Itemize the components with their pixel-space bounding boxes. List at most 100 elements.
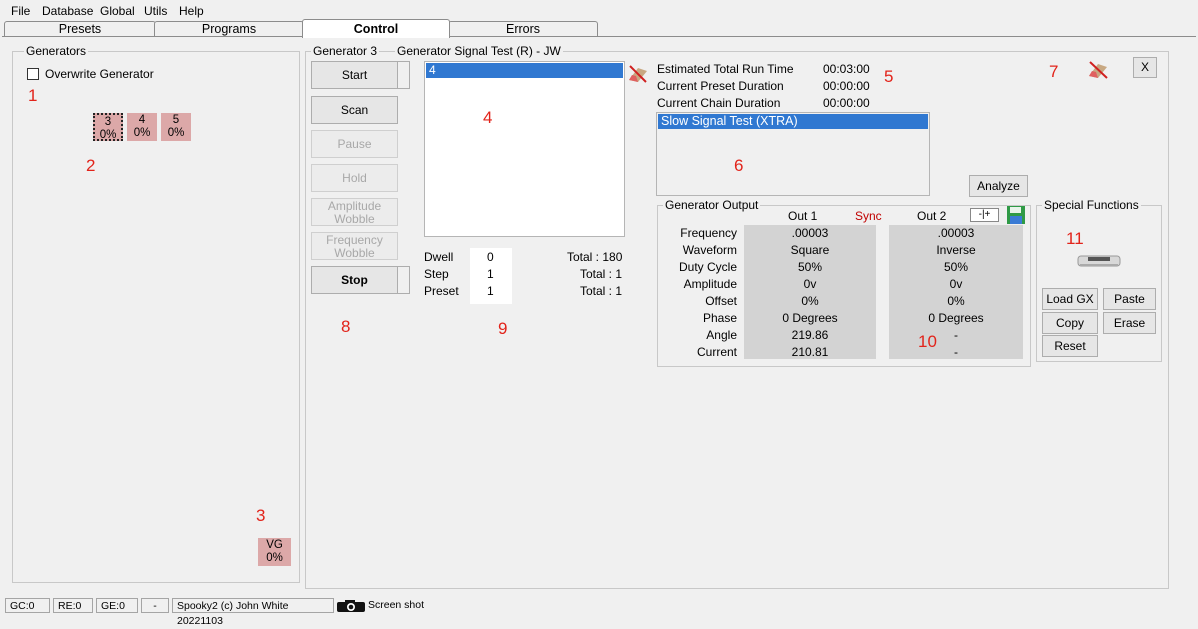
chain-duration-label: Current Chain Duration [657, 96, 781, 110]
menu-file[interactable]: File [11, 4, 30, 18]
load-gx-button[interactable]: Load GX [1042, 288, 1098, 310]
out1-value[interactable]: 50% [744, 260, 876, 274]
menu-database[interactable]: Database [42, 4, 93, 18]
checkbox-icon[interactable] [27, 68, 39, 80]
out1-value[interactable]: 210.81 [744, 345, 876, 359]
total-run-time-value: 00:03:00 [823, 62, 870, 76]
total-run-time-label: Estimated Total Run Time [657, 62, 794, 76]
save-icon[interactable] [1005, 204, 1027, 226]
out2-header: Out 2 [917, 209, 947, 223]
chain-list[interactable]: Slow Signal Test (XTRA) [656, 112, 930, 196]
close-button[interactable]: X [1133, 57, 1157, 78]
tile-number: 5 [172, 114, 180, 126]
out1-value[interactable]: 0 Degrees [744, 311, 876, 325]
stop-button-edge [398, 266, 410, 294]
program-list-selected[interactable]: 4 [426, 63, 623, 78]
output-row-label: Current [696, 345, 737, 359]
step-label: Step [424, 267, 449, 281]
out2-value[interactable]: 0% [889, 294, 1023, 308]
menu-help[interactable]: Help [179, 4, 204, 18]
out2-value[interactable]: - [889, 328, 1023, 342]
out2-value[interactable]: .00003 [889, 226, 1023, 240]
tab-errors[interactable]: Errors [448, 21, 598, 37]
wobble-label: Wobble [334, 246, 375, 260]
wobble-label: Wobble [334, 212, 375, 226]
stop-button[interactable]: Stop [311, 266, 398, 294]
annotation-9: 9 [498, 319, 508, 338]
output-row-label: Angle [706, 328, 737, 342]
tile-percent: 0% [133, 127, 151, 139]
generator-tile-vg[interactable]: VG 0% [258, 538, 291, 566]
status-gc: GC:0 [5, 598, 50, 613]
output-row-label: Amplitude [683, 277, 737, 291]
tile-percent: 0% [167, 127, 185, 139]
out1-value[interactable]: 0v [744, 277, 876, 291]
chain-duration-value: 00:00:00 [823, 96, 870, 110]
reset-button[interactable]: Reset [1042, 335, 1098, 357]
out2-value[interactable]: 0 Degrees [889, 311, 1023, 325]
out2-value[interactable]: 50% [889, 260, 1023, 274]
tile-number: 4 [138, 114, 146, 126]
erase-button[interactable]: Erase [1103, 312, 1156, 334]
out2-value[interactable]: Inverse [889, 243, 1023, 257]
program-list[interactable]: 4 [424, 61, 625, 229]
tile-percent: 0% [99, 129, 117, 141]
tile-number: 3 [104, 116, 112, 128]
progress-bar [424, 227, 625, 237]
generator-tile-4[interactable]: 4 0% [127, 113, 157, 141]
generator-tile-5[interactable]: 5 0% [161, 113, 191, 141]
generator-title: Generator 3 [311, 44, 380, 58]
eraser-icon[interactable] [626, 62, 650, 84]
tile-number: VG [266, 539, 283, 551]
tab-programs[interactable]: Programs [154, 21, 304, 37]
screenshot-label: Screen shot [368, 599, 425, 611]
program-title: Generator Signal Test (R) - JW [395, 44, 563, 58]
analyze-button[interactable]: Analyze [969, 175, 1028, 197]
preset-value: 1 [487, 284, 494, 298]
minus-plus-button[interactable]: -|+ [970, 208, 999, 222]
copy-button[interactable]: Copy [1042, 312, 1098, 334]
step-total: Total : 1 [580, 267, 623, 281]
paste-button[interactable]: Paste [1103, 288, 1156, 310]
annotation-7: 7 [1049, 62, 1059, 81]
out1-header: Out 1 [788, 209, 818, 223]
output-row-label: Waveform [682, 243, 737, 257]
device-icon [1077, 255, 1121, 267]
screenshot-button[interactable]: Screen shot [336, 598, 429, 613]
hold-button[interactable]: Hold [311, 164, 398, 192]
tab-control[interactable]: Control [302, 19, 450, 38]
clear-icon[interactable] [1085, 58, 1111, 80]
out1-value[interactable]: 0% [744, 294, 876, 308]
menu-utils[interactable]: Utils [144, 4, 167, 18]
start-button-edge [398, 61, 410, 89]
output-row-label: Phase [702, 311, 737, 325]
generator-tile-3[interactable]: 3 0% [93, 113, 123, 141]
start-button[interactable]: Start [311, 61, 398, 89]
out1-value[interactable]: Square [744, 243, 876, 257]
annotation-8: 8 [341, 317, 351, 336]
sync-label[interactable]: Sync [855, 209, 882, 223]
frequency-wobble-button[interactable]: Frequency Wobble [311, 232, 398, 260]
tab-presets[interactable]: Presets [4, 21, 156, 37]
amplitude-wobble-button[interactable]: Amplitude Wobble [311, 198, 398, 226]
out2-value[interactable]: - [889, 345, 1023, 359]
annotation-6: 6 [734, 156, 744, 175]
menu-bar: File Database Global Utils Help [0, 0, 1198, 20]
generators-title: Generators [24, 44, 89, 58]
annotation-10: 10 [918, 332, 937, 351]
output-row-label: Frequency [680, 226, 737, 240]
camera-icon [337, 600, 365, 612]
out2-value[interactable]: 0v [889, 277, 1023, 291]
pause-button[interactable]: Pause [311, 130, 398, 158]
tab-divider [2, 36, 1196, 37]
preset-duration-value: 00:00:00 [823, 79, 870, 93]
out1-value[interactable]: 219.86 [744, 328, 876, 342]
chain-list-selected[interactable]: Slow Signal Test (XTRA) [658, 114, 928, 129]
status-ge: GE:0 [96, 598, 138, 613]
menu-global[interactable]: Global [100, 4, 135, 18]
output-row-label: Duty Cycle [678, 260, 737, 274]
out1-value[interactable]: .00003 [744, 226, 876, 240]
status-re: RE:0 [53, 598, 93, 613]
preset-total: Total : 1 [580, 284, 623, 298]
scan-button[interactable]: Scan [311, 96, 398, 124]
